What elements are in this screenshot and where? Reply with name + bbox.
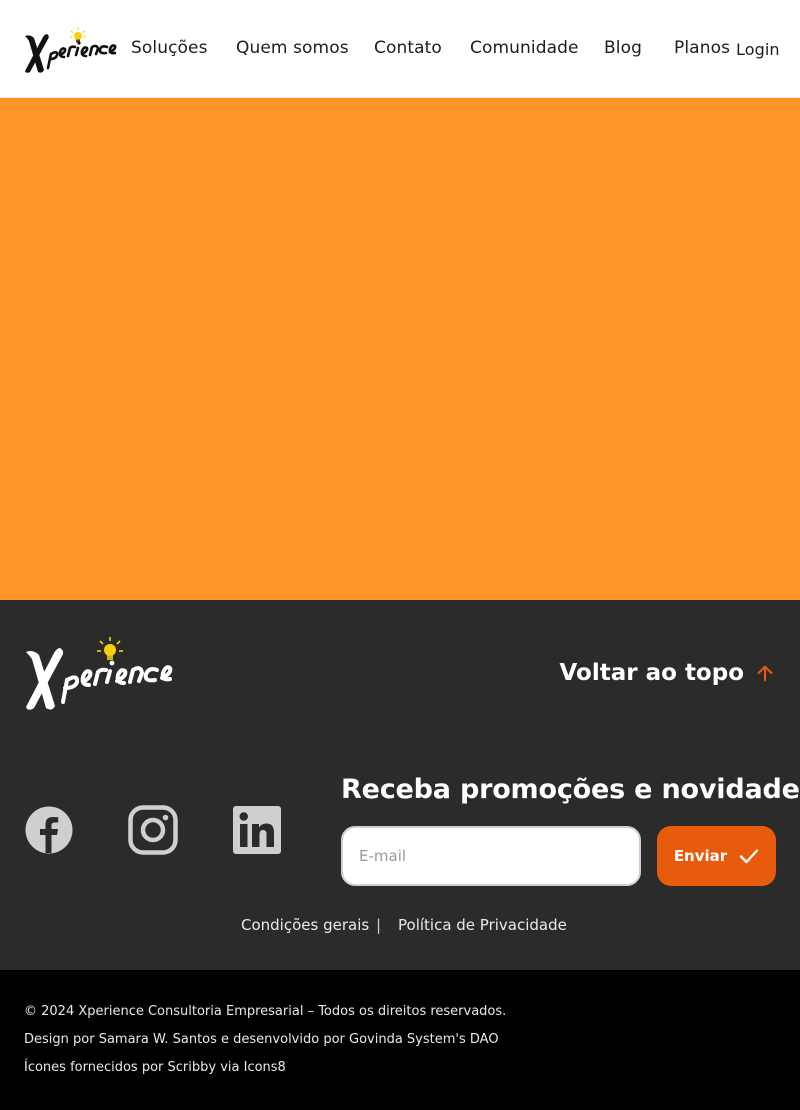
legal-links: Condições gerais | Política de Privacida… xyxy=(0,916,800,936)
main-nav: Soluções Quem somos Contato Comunidade B… xyxy=(0,38,800,62)
send-button[interactable]: Enviar xyxy=(657,826,776,886)
send-button-label: Enviar xyxy=(673,847,728,865)
copyright-bar: © 2024 Xperience Consultoria Empresarial… xyxy=(0,970,800,1110)
nav-item-planos[interactable]: Planos xyxy=(674,38,730,58)
nav-item-solucoes[interactable]: Soluções xyxy=(131,38,208,58)
login-link[interactable]: Login xyxy=(736,40,780,59)
footer-logo[interactable] xyxy=(22,632,188,716)
newsletter-title: Receba promoções e novidades xyxy=(341,774,800,805)
nav-item-blog[interactable]: Blog xyxy=(604,38,642,58)
back-to-top-label: Voltar ao topo xyxy=(559,660,744,686)
design-credit: Design por Samara W. Santos e desenvolvi… xyxy=(24,1032,499,1047)
site-footer: Voltar ao topo Receba promoções e novida… xyxy=(0,600,800,970)
email-input[interactable] xyxy=(341,826,641,886)
link-separator: | xyxy=(376,916,382,934)
linkedin-icon[interactable] xyxy=(232,805,282,855)
nav-item-comunidade[interactable]: Comunidade xyxy=(470,38,579,58)
copyright-text: © 2024 Xperience Consultoria Empresarial… xyxy=(24,1004,507,1019)
facebook-icon[interactable] xyxy=(24,805,74,855)
hero-banner xyxy=(0,98,800,600)
icons-credit: Ícones fornecidos por Scribby via Icons8 xyxy=(24,1060,286,1075)
nav-item-contato[interactable]: Contato xyxy=(374,38,442,58)
check-icon xyxy=(739,849,759,864)
arrow-up-icon xyxy=(757,665,773,682)
nav-item-quem-somos[interactable]: Quem somos xyxy=(236,38,349,58)
instagram-icon[interactable] xyxy=(128,805,178,855)
back-to-top-link[interactable]: Voltar ao topo xyxy=(560,658,776,688)
terms-link[interactable]: Condições gerais xyxy=(241,916,369,934)
site-header: Soluções Quem somos Contato Comunidade B… xyxy=(0,0,800,98)
privacy-link[interactable]: Política de Privacidade xyxy=(398,916,567,934)
